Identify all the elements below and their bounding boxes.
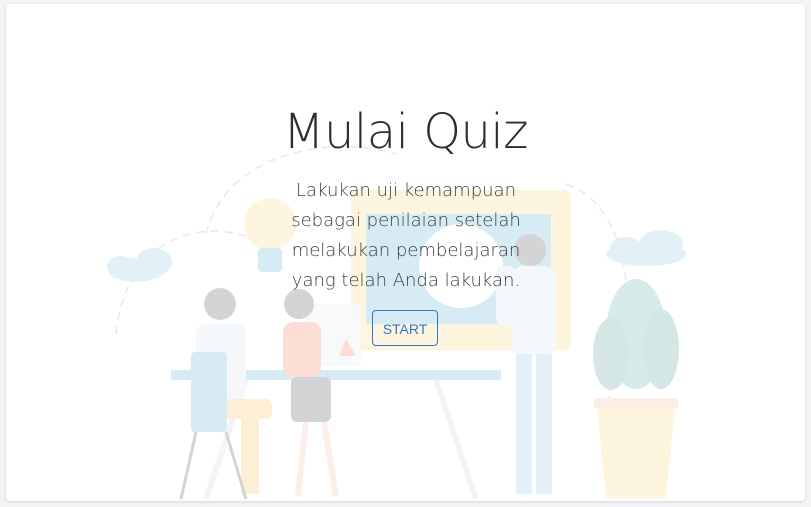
quiz-card: Mulai Quiz Lakukan uji kemampuan sebagai…	[6, 4, 805, 501]
page-title: Mulai Quiz	[283, 104, 528, 160]
quiz-description: Lakukan uji kemampuan sebagai penilaian …	[291, 180, 521, 291]
start-button[interactable]: START	[372, 310, 438, 346]
